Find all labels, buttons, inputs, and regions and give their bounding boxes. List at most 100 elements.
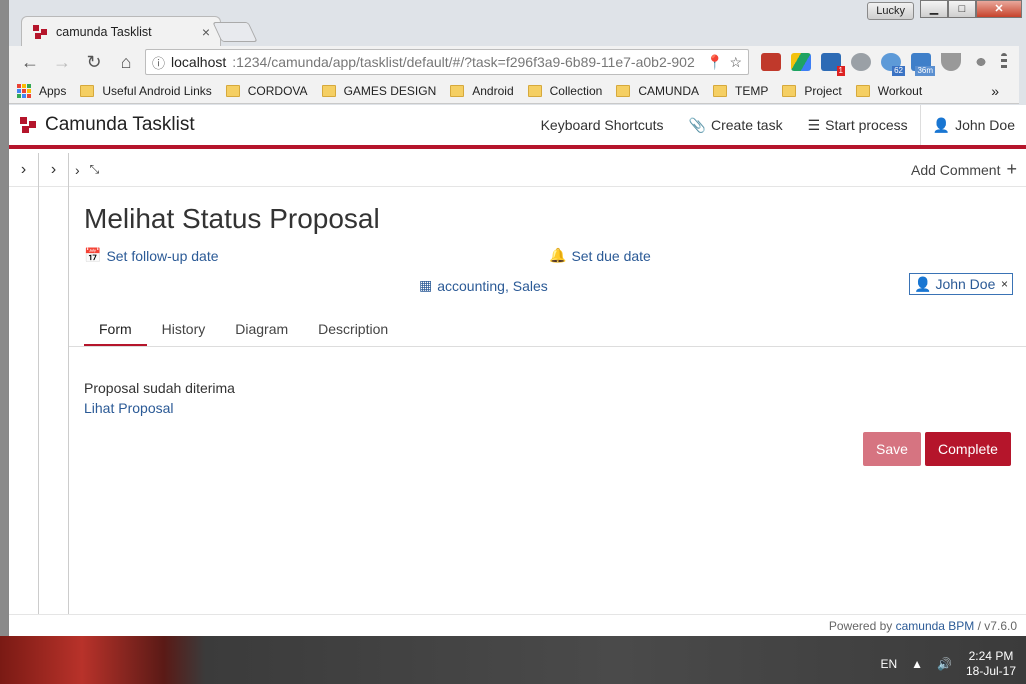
bookmark-label: Android	[472, 83, 514, 98]
bookmark-apps[interactable]: Apps	[17, 83, 66, 98]
set-due-date-link[interactable]: 🔔 Set due date	[549, 247, 651, 264]
extension-cube-icon[interactable]	[851, 53, 871, 71]
footer-version: / v7.6.0	[977, 619, 1017, 633]
bookmark-label: CORDOVA	[247, 83, 308, 98]
tab-history[interactable]: History	[147, 313, 221, 347]
google-drive-icon[interactable]	[791, 53, 811, 71]
add-comment-button[interactable]: Add Comment +	[911, 159, 1017, 180]
create-task-link[interactable]: 📎 Create task	[676, 105, 795, 145]
keyboard-shortcuts-link[interactable]: Keyboard Shortcuts	[528, 105, 676, 145]
bookmarks-overflow-button[interactable]: »	[991, 83, 999, 99]
address-bar[interactable]: ⓘ localhost :1234/camunda/app/tasklist/de…	[145, 49, 749, 75]
folder-icon	[713, 84, 727, 97]
view-proposal-link[interactable]: Lihat Proposal	[84, 400, 174, 416]
expand-task-icon[interactable]: ›	[75, 162, 80, 178]
list-icon: ☰	[807, 116, 821, 133]
profile-badge[interactable]: Lucky	[867, 2, 914, 20]
bookmark-folder[interactable]: Useful Android Links	[80, 84, 212, 98]
expand-list-icon[interactable]: ›	[39, 153, 68, 187]
volume-icon[interactable]: 🔊	[937, 657, 952, 671]
browser-tab[interactable]: camunda Tasklist ×	[21, 16, 221, 46]
close-window-button[interactable]: ✕	[976, 0, 1022, 18]
bookmark-label: Workout	[877, 83, 923, 98]
bookmark-folder[interactable]: Android	[450, 83, 514, 98]
candidate-groups-link[interactable]: ▦ accounting, Sales	[419, 277, 548, 294]
task-title: Melihat Status Proposal	[84, 203, 380, 234]
page-footer: Powered by camunda BPM / v7.6.0	[9, 614, 1026, 636]
start-process-link[interactable]: ☰ Start process	[795, 105, 920, 145]
extension-book-icon[interactable]	[761, 53, 781, 71]
reload-icon[interactable]: ↻	[81, 49, 107, 75]
page-content: Camunda Tasklist Keyboard Shortcuts 📎 Cre…	[9, 105, 1026, 636]
camunda-bpm-link[interactable]: camunda BPM	[896, 619, 975, 633]
tab-form[interactable]: Form	[84, 313, 147, 347]
page-info-icon[interactable]: ⓘ	[152, 53, 165, 72]
system-tray: EN ▲ 🔊 2:24 PM 18-Jul-17	[826, 644, 1026, 684]
bookmark-folder[interactable]: Workout	[855, 83, 923, 98]
tab-close-icon[interactable]: ×	[202, 24, 210, 40]
footer-prefix: Powered by	[828, 619, 893, 633]
wifi-badge: 62	[892, 66, 905, 76]
bookmark-label: CAMUNDA	[638, 83, 699, 98]
bookmark-folder[interactable]: Project	[782, 83, 842, 98]
folder-icon	[450, 84, 465, 97]
task-tabs: Form History Diagram Description	[84, 313, 403, 347]
clock-time: 2:24 PM	[968, 649, 1014, 663]
home-icon[interactable]: ⌂	[113, 49, 139, 75]
keyboard-shortcuts-label: Keyboard Shortcuts	[540, 117, 664, 133]
tabs-divider	[69, 346, 1026, 347]
user-icon: 👤	[932, 116, 951, 133]
user-icon: 👤	[914, 275, 932, 292]
bookmark-star-icon[interactable]: ☆	[729, 54, 742, 71]
task-detail-pane: › ⤡ Add Comment + Melihat Status Proposa…	[69, 153, 1026, 614]
tab-diagram[interactable]: Diagram	[220, 313, 303, 347]
tab-description[interactable]: Description	[303, 313, 403, 347]
camunda-favicon-icon	[33, 24, 47, 39]
expand-filters-icon[interactable]: ›	[9, 153, 38, 187]
office365-icon[interactable]: 1	[821, 53, 845, 76]
save-button[interactable]: Save	[863, 432, 921, 466]
url-host: localhost	[171, 54, 227, 70]
apps-grid-icon	[17, 83, 31, 98]
maximize-button[interactable]: □	[948, 0, 976, 18]
bookmark-label: TEMP	[735, 83, 769, 98]
calendar-icon: 📅	[84, 247, 102, 263]
extension-icons: 1 62 36m	[761, 53, 1007, 76]
tasklist-columns: › › › ⤡ Add Comment + Melihat Status Pro…	[9, 153, 1026, 614]
taskbar-clock[interactable]: 2:24 PM 18-Jul-17	[966, 649, 1016, 679]
tray-arrow-icon[interactable]: ▲	[911, 657, 923, 671]
compress-icon[interactable]: ⤡	[90, 162, 100, 177]
extension-timer-icon[interactable]: 36m	[911, 53, 935, 76]
forward-icon[interactable]: →	[49, 49, 75, 75]
user-menu[interactable]: 👤 John Doe	[919, 105, 1026, 145]
extension-wifi-icon[interactable]: 62	[881, 53, 905, 76]
extension-dots-icon[interactable]	[971, 53, 991, 71]
pin-icon[interactable]: 📍	[706, 54, 723, 71]
remove-assignee-icon[interactable]: ×	[1001, 277, 1008, 291]
folder-icon	[527, 84, 542, 97]
browser-toolbar: ← → ↻ ⌂ ⓘ localhost :1234/camunda/app/tas…	[9, 46, 1019, 78]
create-task-label: Create task	[710, 117, 783, 133]
bookmark-folder[interactable]: CORDOVA	[225, 83, 308, 98]
follow-up-label: Set follow-up date	[106, 247, 219, 264]
list-column: ›	[39, 153, 69, 614]
assignee-field[interactable]: 👤 John Doe ×	[909, 273, 1013, 295]
bookmark-folder[interactable]: Collection	[527, 84, 602, 98]
bookmark-folder[interactable]: TEMP	[713, 84, 768, 98]
minimize-button[interactable]: ▁	[920, 0, 948, 18]
url-path: :1234/camunda/app/tasklist/default/#/?ta…	[232, 54, 695, 70]
add-comment-label: Add Comment	[911, 161, 1001, 178]
bookmark-label: Project	[804, 83, 842, 98]
bookmark-label: GAMES DESIGN	[343, 83, 437, 98]
app-title[interactable]: Camunda Tasklist	[45, 114, 195, 136]
set-follow-up-date-link[interactable]: 📅 Set follow-up date	[84, 247, 219, 264]
groups-label: accounting, Sales	[437, 277, 548, 294]
bookmark-folder[interactable]: GAMES DESIGN	[321, 83, 437, 98]
extension-shield-icon[interactable]	[941, 53, 961, 71]
bookmark-folder[interactable]: CAMUNDA	[616, 84, 699, 98]
window-controls: ▁ □ ✕	[920, 0, 1022, 18]
complete-button[interactable]: Complete	[925, 432, 1011, 466]
language-indicator[interactable]: EN	[880, 657, 897, 671]
browser-menu-icon[interactable]	[1001, 53, 1007, 71]
back-icon[interactable]: ←	[17, 49, 43, 75]
